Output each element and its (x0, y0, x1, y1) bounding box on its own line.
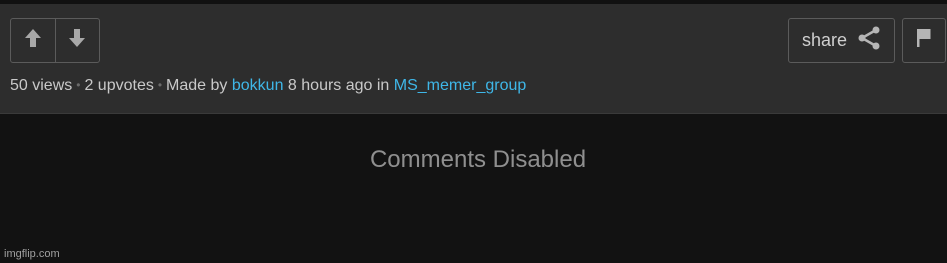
meme-meta-line: 50 views • 2 upvotes • Made by bokkun 8 hour… (10, 77, 526, 95)
upvote-count: 2 upvotes (84, 77, 154, 94)
downvote-button[interactable] (54, 19, 100, 62)
share-button-label: share (801, 30, 848, 50)
imgflip-watermark: imgflip.com (4, 248, 60, 260)
group-link[interactable]: MS_memer_group (394, 77, 527, 94)
share-icon (857, 26, 881, 55)
time-ago: 8 hours ago in (287, 77, 390, 94)
made-by-label: Made by (166, 77, 228, 94)
comments-disabled-notice: Comments Disabled (369, 146, 587, 173)
view-count: 50 views (10, 77, 73, 94)
meta-separator: • (76, 78, 81, 92)
flag-icon (916, 28, 932, 53)
author-link[interactable]: bokkun (232, 77, 284, 94)
vote-group (10, 18, 100, 63)
arrow-down-icon (68, 28, 86, 53)
meme-actions-panel: share 50 views • 2 upvotes • Made by bokkun … (0, 4, 947, 114)
share-button[interactable]: share (788, 18, 895, 63)
upvote-button[interactable] (11, 19, 55, 62)
meta-separator: • (157, 78, 163, 92)
arrow-up-icon (24, 28, 42, 53)
flag-button[interactable] (902, 18, 946, 63)
